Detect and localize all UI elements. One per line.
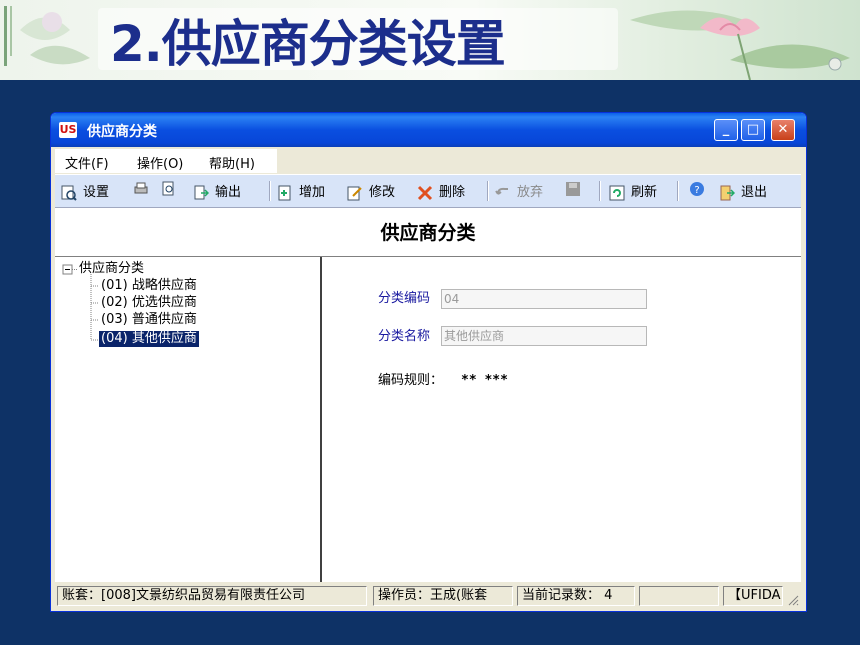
discard-button[interactable]: 放弃 [495, 181, 543, 201]
tree-item[interactable]: (01) 战略供应商 [101, 278, 197, 294]
category-name-field[interactable]: 其他供应商 [441, 326, 647, 346]
menu-bar: 文件(F) 操作(O) 帮助(H) [55, 149, 277, 173]
discard-label: 放弃 [517, 185, 544, 200]
delete-label: 删除 [439, 185, 466, 200]
help-icon: ? [690, 182, 704, 196]
edit-label: 修改 [369, 185, 396, 200]
tree-item-selected[interactable]: (04) 其他供应商 [99, 331, 199, 347]
svg-text:?: ? [694, 185, 699, 196]
menu-file[interactable]: 文件(F) [65, 153, 109, 172]
toolbar-separator [599, 181, 601, 201]
toolbar-separator [677, 181, 679, 201]
exit-label: 退出 [741, 185, 768, 200]
toolbar-separator [487, 181, 489, 201]
refresh-label: 刷新 [631, 185, 658, 200]
toolbar: 设置 输出 增加 修改 删除 放弃 刷新 ? 退出 [55, 174, 801, 208]
add-icon [278, 185, 291, 200]
preview-icon [162, 181, 174, 196]
status-operator: 操作员：王成(账套 [373, 586, 513, 606]
refresh-button[interactable]: 刷新 [609, 181, 657, 201]
delete-button[interactable]: 删除 [417, 181, 465, 201]
printer-icon [134, 182, 148, 194]
tree-item[interactable]: (03) 普通供应商 [101, 312, 197, 328]
window-title: 供应商分类 [87, 124, 157, 140]
tree-item[interactable]: (02) 优选供应商 [101, 295, 197, 311]
tree-root[interactable]: 供应商分类 [79, 261, 144, 277]
save-button[interactable] [565, 181, 587, 201]
edit-button[interactable]: 修改 [347, 181, 395, 201]
menu-operation[interactable]: 操作(O) [137, 153, 183, 172]
exit-icon [720, 185, 735, 200]
status-record-count: 当前记录数： 4 [517, 586, 635, 606]
edit-icon [347, 186, 362, 200]
minimize-button[interactable]: _ [714, 119, 738, 141]
category-name-label: 分类名称 [378, 329, 431, 344]
setup-button[interactable]: 设置 [61, 181, 109, 201]
output-icon [194, 185, 209, 199]
setup-label: 设置 [83, 185, 110, 200]
preview-button[interactable] [161, 181, 183, 201]
refresh-icon [609, 185, 625, 200]
status-empty [639, 586, 719, 606]
output-label: 输出 [215, 185, 242, 200]
save-icon [566, 182, 580, 196]
form-heading: 供应商分类 [380, 222, 476, 244]
slide-title: 2.供应商分类设置 [110, 15, 506, 73]
lotus-decoration-right [630, 10, 850, 80]
toolbar-separator [269, 181, 271, 201]
category-code-field[interactable]: 04 [441, 289, 647, 309]
add-button[interactable]: 增加 [277, 181, 325, 201]
coding-rule-label: 编码规则： [378, 373, 444, 388]
output-button[interactable]: 输出 [193, 181, 241, 201]
add-label: 增加 [299, 185, 326, 200]
status-bar: 账套：[008]文景纺织品贸易有限责任公司 操作员：王成(账套 当前记录数： 4… [55, 584, 801, 608]
slide-header: 2.供应商分类设置 [0, 0, 860, 80]
status-account: 账套：[008]文景纺织品贸易有限责任公司 [57, 586, 367, 606]
undo-icon [495, 187, 508, 195]
category-code-label: 分类编码 [378, 291, 431, 306]
help-button[interactable]: ? [689, 181, 711, 201]
form-heading-panel: 供应商分类 [55, 208, 801, 257]
app-window: US 供应商分类 _ □ ✕ 文件(F) 操作(O) 帮助(H) 设置 输出 增… [50, 112, 807, 612]
exit-button[interactable]: 退出 [719, 181, 767, 201]
window-titlebar[interactable]: US 供应商分类 _ □ ✕ [51, 113, 806, 147]
resize-grip-icon[interactable] [787, 594, 799, 606]
status-brand: 【UFIDA [723, 586, 783, 606]
maximize-button[interactable]: □ [741, 119, 765, 141]
coding-rule-value: ** *** [461, 373, 508, 388]
menu-help[interactable]: 帮助(H) [209, 153, 255, 172]
print-button[interactable] [133, 181, 155, 201]
setup-icon [61, 185, 77, 201]
category-tree[interactable]: 供应商分类 (01) 战略供应商 (02) 优选供应商 (03) 普通供应商 (… [55, 257, 322, 582]
delete-icon [417, 185, 433, 200]
app-logo-icon: US [59, 122, 77, 138]
detail-panel: 分类编码 04 分类名称 其他供应商 编码规则： ** *** [322, 257, 801, 582]
close-button[interactable]: ✕ [771, 119, 795, 141]
lotus-decoration-left [4, 6, 90, 66]
